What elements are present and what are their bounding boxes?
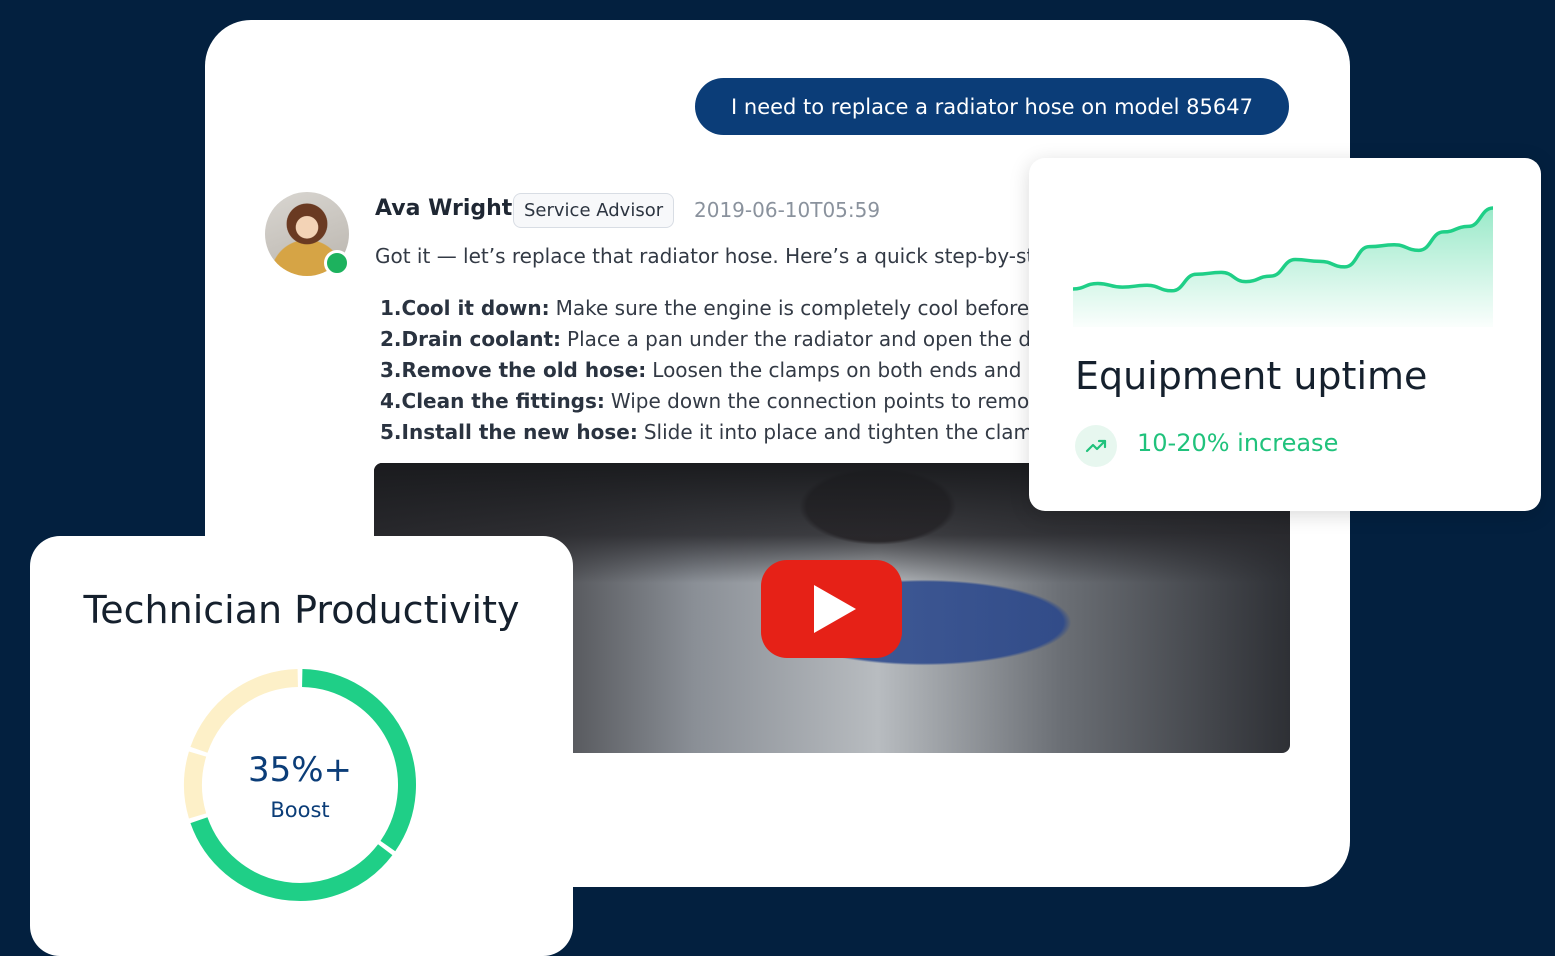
user-message-text: I need to replace a radiator hose on mod… xyxy=(731,94,1253,119)
step-number: 4. xyxy=(380,389,402,413)
role-badge-label: Service Advisor xyxy=(524,200,664,221)
step-number: 2. xyxy=(380,327,402,351)
donut-segment-4 xyxy=(190,669,299,753)
technician-productivity-card: Technician Productivity 35%+ Boost xyxy=(30,536,573,956)
step-text: Wipe down the connection points to remov… xyxy=(610,389,1030,413)
step-title: Install the new hose: xyxy=(401,420,638,444)
equipment-uptime-card: Equipment uptime 10-20% increase xyxy=(1029,158,1541,511)
play-button[interactable] xyxy=(761,560,902,658)
trend-up-icon xyxy=(1075,425,1117,467)
steps-list: 1. Cool it down: Make sure the engine is… xyxy=(380,296,1030,451)
uptime-title: Equipment uptime xyxy=(1075,354,1428,398)
step-text: Place a pan under the radiator and open … xyxy=(567,327,1030,351)
agent-name: Ava Wright xyxy=(375,196,513,221)
role-badge: Service Advisor xyxy=(513,193,675,228)
step-title: Clean the fittings: xyxy=(401,389,605,413)
step-title: Drain coolant: xyxy=(401,327,562,351)
donut-segment-2 xyxy=(190,817,393,901)
productivity-title: Technician Productivity xyxy=(83,588,520,632)
productivity-value: 35%+ xyxy=(247,750,353,790)
productivity-label: Boost xyxy=(270,798,330,822)
list-item: 1. Cool it down: Make sure the engine is… xyxy=(380,296,1030,327)
list-item: 4. Clean the fittings: Wipe down the con… xyxy=(380,389,1030,420)
uptime-stat: 10-20% increase xyxy=(1137,429,1339,457)
step-text: Slide it into place and tighten the clam… xyxy=(643,420,1030,444)
list-item: 2. Drain coolant: Place a pan under the … xyxy=(380,327,1030,358)
step-title: Remove the old hose: xyxy=(401,358,647,382)
step-number: 1. xyxy=(380,296,402,320)
step-text: Loosen the clamps on both ends and pull … xyxy=(652,358,1030,382)
user-message-bubble: I need to replace a radiator hose on mod… xyxy=(695,78,1289,135)
message-timestamp: 2019-06-10T05:59 xyxy=(694,198,881,222)
list-item: 5. Install the new hose: Slide it into p… xyxy=(380,420,1030,451)
list-item: 3. Remove the old hose: Loosen the clamp… xyxy=(380,358,1030,389)
agent-intro-text: Got it — let’s replace that radiator hos… xyxy=(375,244,1030,268)
online-status-indicator xyxy=(324,250,350,276)
play-icon xyxy=(813,585,856,633)
step-text: Make sure the engine is completely cool … xyxy=(555,296,1030,320)
step-number: 3. xyxy=(380,358,402,382)
step-title: Cool it down: xyxy=(401,296,550,320)
step-number: 5. xyxy=(380,420,402,444)
uptime-chart xyxy=(1073,206,1493,327)
